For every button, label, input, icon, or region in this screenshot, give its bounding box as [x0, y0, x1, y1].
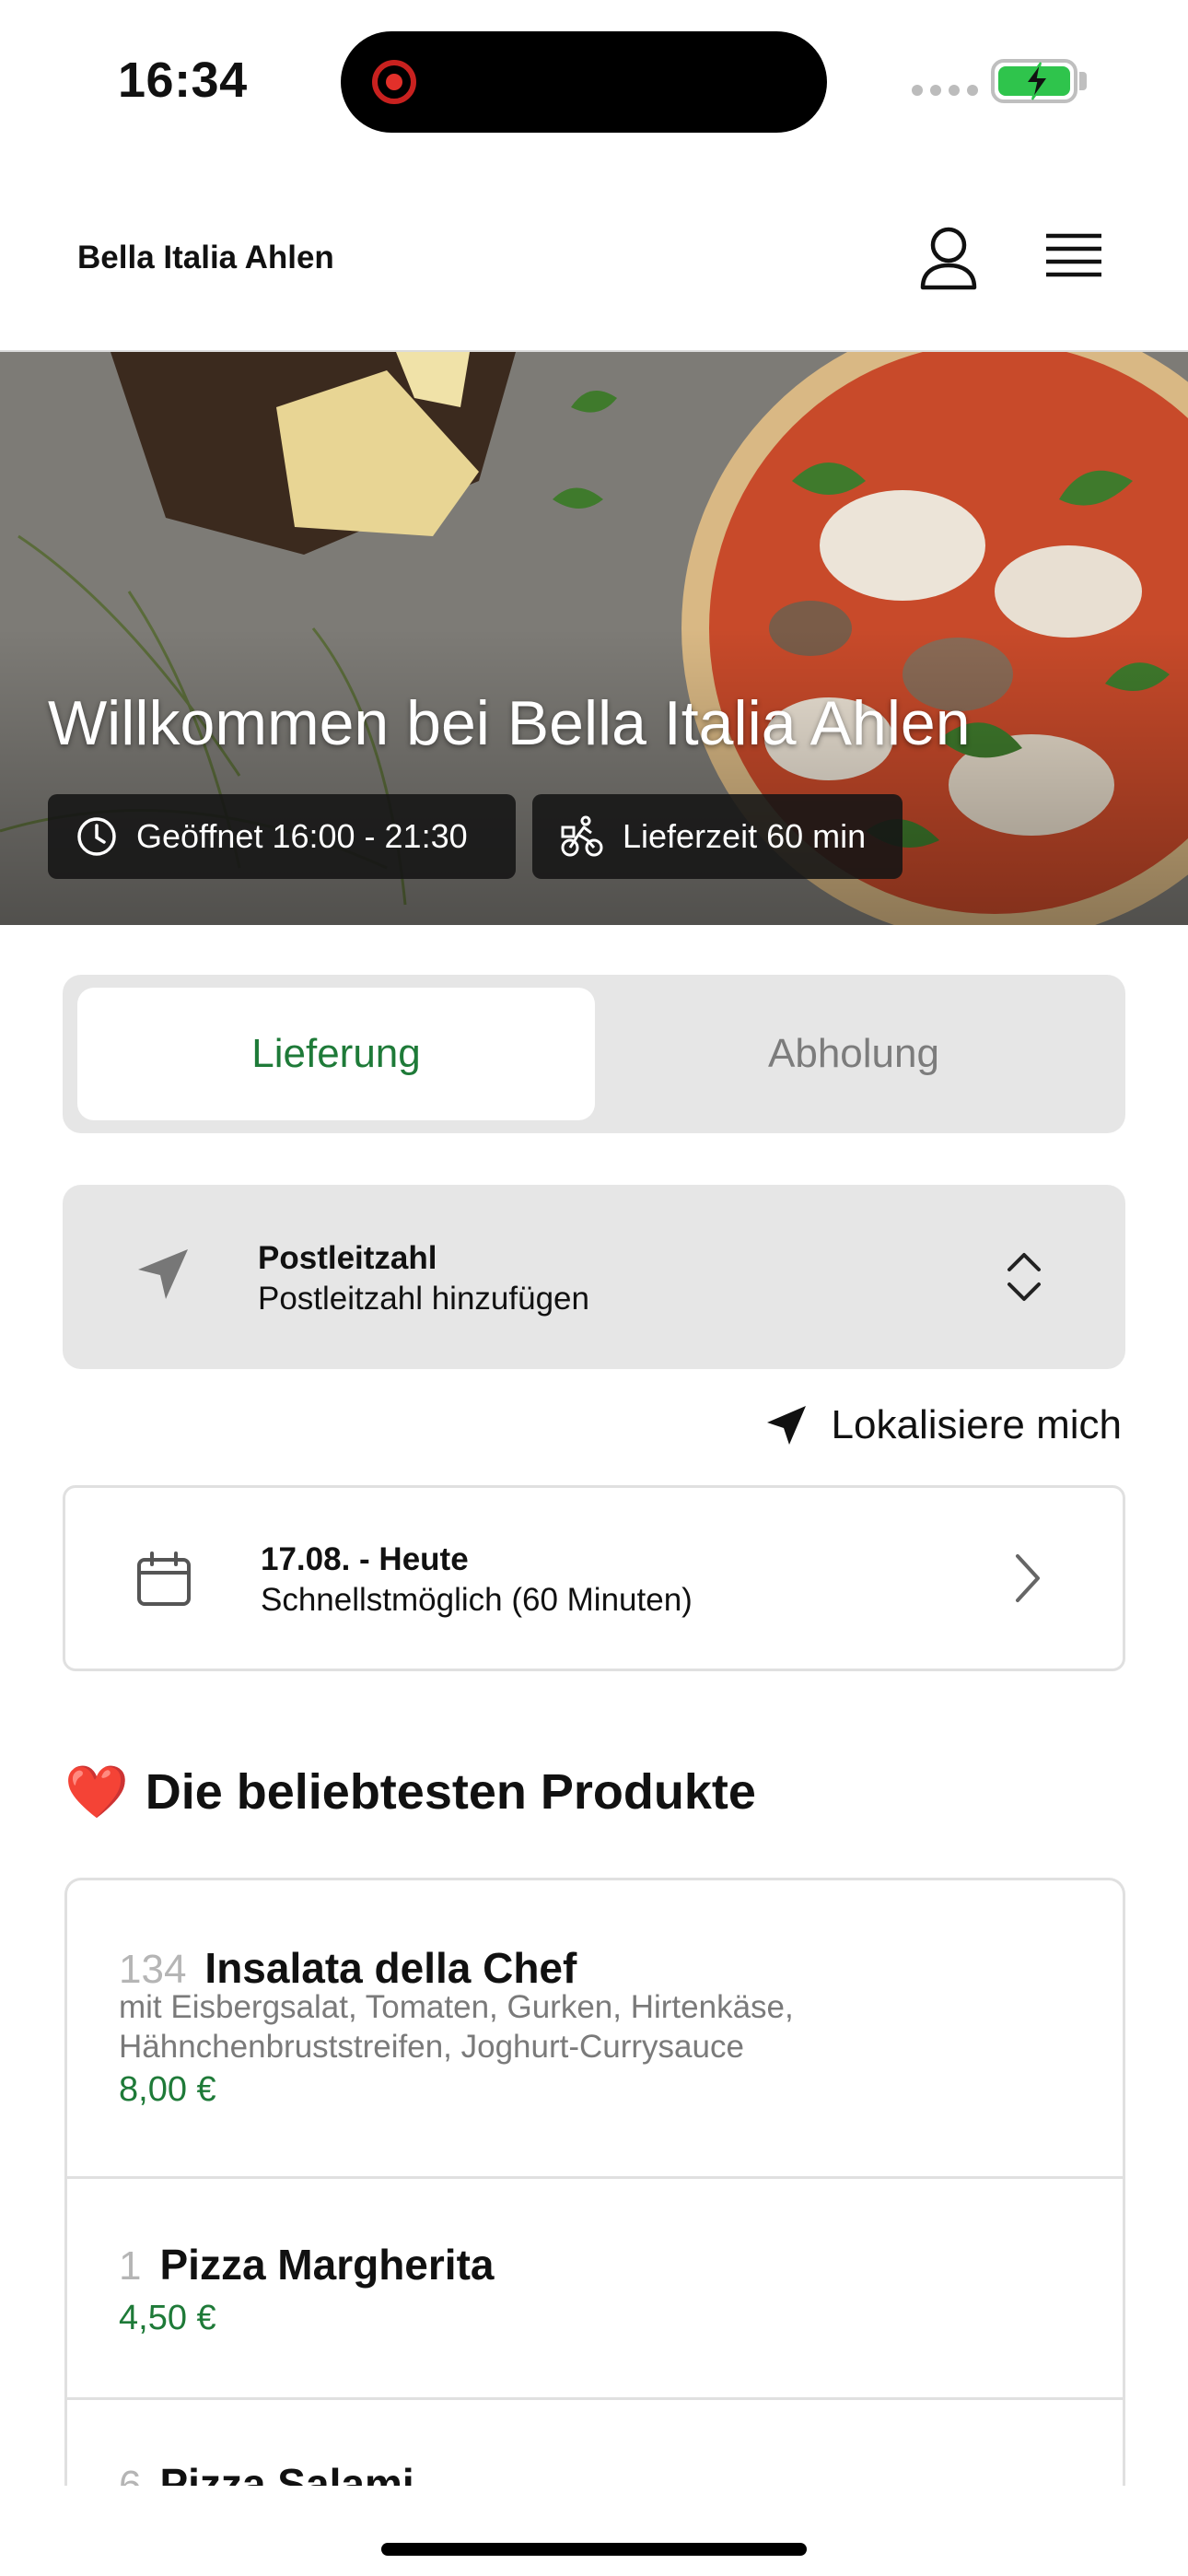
- welcome-title: Willkommen bei Bella Italia Ahlen: [48, 688, 971, 758]
- restaurant-name[interactable]: Bella Italia Ahlen: [77, 240, 334, 276]
- popular-products-list: 134 Insalata della Chef mit Eisbergsalat…: [64, 1878, 1125, 2486]
- opening-hours-badge: Geöffnet 16:00 - 21:30: [48, 794, 516, 879]
- status-time: 16:34: [118, 53, 248, 108]
- signal-icon: [912, 85, 978, 96]
- product-item[interactable]: 1 Pizza Margherita 4,50 €: [67, 2179, 1123, 2400]
- chevron-right-icon: [1016, 1554, 1040, 1602]
- product-item[interactable]: 134 Insalata della Chef mit Eisbergsalat…: [67, 1880, 1123, 2179]
- hamburger-menu-icon[interactable]: [1044, 230, 1103, 286]
- user-icon[interactable]: [917, 225, 980, 291]
- popular-products-title: Die beliebtesten Produkte: [145, 1764, 756, 1820]
- hero-banner: Willkommen bei Bella Italia Ahlen Geöffn…: [0, 352, 1188, 925]
- product-price: 4,50 €: [119, 2299, 216, 2337]
- product-name: Insalata della Chef: [204, 1944, 577, 1992]
- delivery-date-subtitle: Schnellstmöglich (60 Minuten): [261, 1582, 693, 1618]
- calendar-icon: [137, 1551, 191, 1606]
- locate-me-button[interactable]: Lokalisiere mich: [763, 1402, 1122, 1448]
- status-bar: 16:34: [0, 0, 1188, 157]
- product-number: 1: [119, 2243, 142, 2289]
- product-item[interactable]: 6 Pizza Salami: [67, 2400, 1123, 2486]
- tab-delivery[interactable]: Lieferung: [77, 988, 595, 1120]
- product-name: Pizza Margherita: [159, 2241, 495, 2289]
- home-indicator[interactable]: [381, 2543, 807, 2556]
- bicycle-courier-icon: [561, 815, 603, 857]
- opening-hours-text: Geöffnet 16:00 - 21:30: [136, 817, 468, 855]
- battery-icon: [991, 59, 1077, 103]
- delivery-date-selector[interactable]: 17.08. - Heute Schnellstmöglich (60 Minu…: [63, 1485, 1125, 1671]
- product-number: 134: [119, 1947, 187, 1992]
- battery-cap: [1079, 72, 1087, 90]
- tab-pickup[interactable]: Abholung: [595, 988, 1112, 1120]
- locate-me-label: Lokalisiere mich: [831, 1402, 1122, 1447]
- delivery-time-text: Lieferzeit 60 min: [623, 817, 867, 855]
- popular-products-heading: ❤️ Die beliebtesten Produkte: [64, 1763, 756, 1821]
- product-price: 8,00 €: [119, 2070, 216, 2109]
- order-mode-toggle: Lieferung Abholung: [63, 975, 1125, 1133]
- delivery-time-badge: Lieferzeit 60 min: [532, 794, 903, 879]
- chevron-up-down-icon: [1007, 1253, 1041, 1301]
- recording-indicator-icon: [372, 60, 416, 104]
- location-arrow-icon: [766, 1406, 806, 1445]
- postcode-label: Postleitzahl: [258, 1240, 437, 1276]
- product-number: 6: [119, 2463, 142, 2486]
- product-description: mit Eisbergsalat, Tomaten, Gurken, Hirte…: [119, 1989, 794, 2065]
- heart-icon: ❤️: [64, 1762, 129, 1821]
- postcode-placeholder: Postleitzahl hinzufügen: [258, 1281, 589, 1317]
- clock-icon: [77, 817, 116, 856]
- app-header: Bella Italia Ahlen: [0, 157, 1188, 352]
- dynamic-island: [341, 31, 827, 133]
- product-name: Pizza Salami: [159, 2460, 414, 2486]
- postcode-selector[interactable]: Postleitzahl Postleitzahl hinzufügen: [63, 1185, 1125, 1369]
- location-arrow-icon: [138, 1249, 188, 1299]
- delivery-date-title: 17.08. - Heute: [261, 1541, 469, 1577]
